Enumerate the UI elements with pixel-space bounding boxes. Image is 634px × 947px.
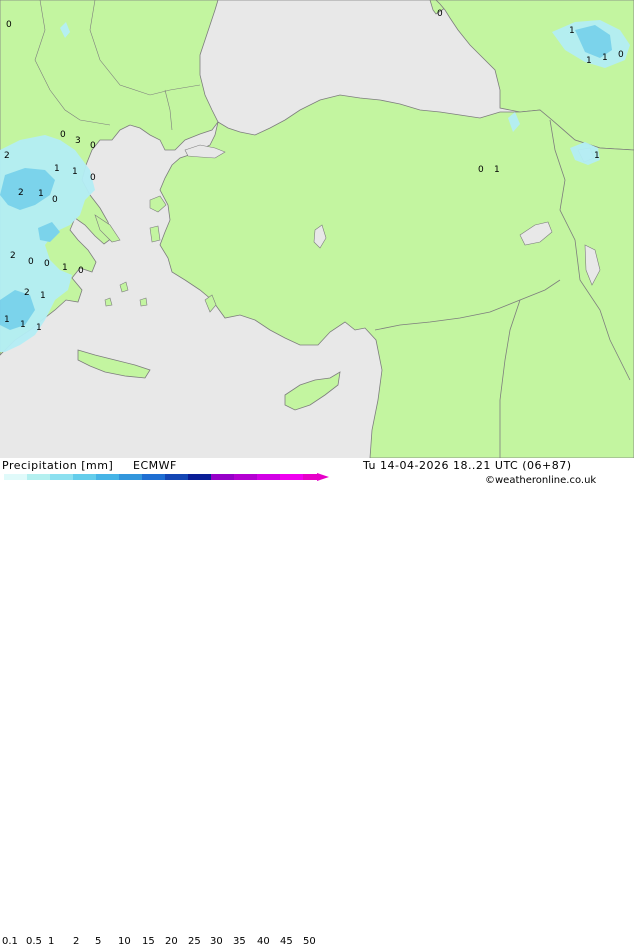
point-value: 1 [4, 315, 10, 325]
point-value: 1 [594, 151, 600, 161]
scale-swatch [27, 474, 50, 480]
island-chios [149, 225, 161, 243]
scale-label: 0.5 [26, 936, 42, 947]
point-value: 1 [54, 164, 60, 174]
model-name: ECMWF [133, 459, 177, 472]
point-value: 1 [40, 291, 46, 301]
point-value: 0 [60, 130, 66, 140]
point-value: 1 [72, 167, 78, 177]
scale-arrow [317, 473, 329, 481]
scale-label: 35 [233, 936, 246, 947]
scale-swatch [142, 474, 165, 480]
point-value: 0 [44, 259, 50, 269]
point-value: 0 [437, 9, 443, 19]
scale-label: 0.1 [2, 936, 18, 947]
point-value: 3 [75, 136, 81, 146]
color-scale-bar [4, 473, 329, 481]
point-value: 1 [569, 26, 575, 36]
scale-swatch [73, 474, 96, 480]
point-value: 0 [90, 141, 96, 151]
map-area: 01110210112001211300021101010 [0, 0, 634, 458]
scale-label: 50 [303, 936, 316, 947]
scale-swatch [211, 474, 234, 480]
point-value: 1 [586, 56, 592, 66]
scale-swatch [303, 474, 317, 480]
point-value: 0 [28, 257, 34, 267]
scale-swatch [4, 474, 27, 480]
scale-label: 2 [73, 936, 80, 947]
precipitation-map: 011 1 02 101 120 0 12 113 000211010 10 [0, 0, 634, 458]
point-value: 0 [78, 266, 84, 276]
scale-label: 40 [257, 936, 270, 947]
point-value: 0 [618, 50, 624, 60]
scale-label: 45 [280, 936, 293, 947]
legend-footer: Precipitation [mm] ECMWF Tu 14-04-2026 1… [0, 458, 634, 947]
point-value: 1 [62, 263, 68, 273]
point-value: 0 [90, 173, 96, 183]
point-value: 0 [478, 165, 484, 175]
point-value: 1 [38, 189, 44, 199]
point-value: 1 [20, 320, 26, 330]
scale-swatch [257, 474, 280, 480]
point-value: 2 [4, 151, 10, 161]
scale-swatch [96, 474, 119, 480]
point-value: 2 [10, 251, 16, 261]
scale-label: 15 [142, 936, 155, 947]
scale-swatch [119, 474, 142, 480]
credit-text: ©weatheronline.co.uk [485, 475, 597, 486]
forecast-datetime: Tu 14-04-2026 18..21 UTC (06+87) [363, 459, 572, 472]
point-value: 0 [52, 195, 58, 205]
point-value: 0 [6, 20, 12, 30]
scale-swatch [280, 474, 303, 480]
point-value: 2 [24, 288, 30, 298]
scale-label: 20 [165, 936, 178, 947]
point-value: 1 [602, 53, 608, 63]
scale-label: 10 [118, 936, 131, 947]
legend-title: Precipitation [mm] [2, 459, 114, 472]
scale-swatch [188, 474, 211, 480]
scale-swatch [234, 474, 257, 480]
point-value: 1 [36, 323, 42, 333]
scale-swatch [165, 474, 188, 480]
scale-label: 1 [48, 936, 55, 947]
scale-label: 25 [188, 936, 201, 947]
point-value: 2 [18, 188, 24, 198]
point-value: 1 [494, 165, 500, 175]
scale-label: 30 [210, 936, 223, 947]
scale-label: 5 [95, 936, 102, 947]
scale-swatch [50, 474, 73, 480]
